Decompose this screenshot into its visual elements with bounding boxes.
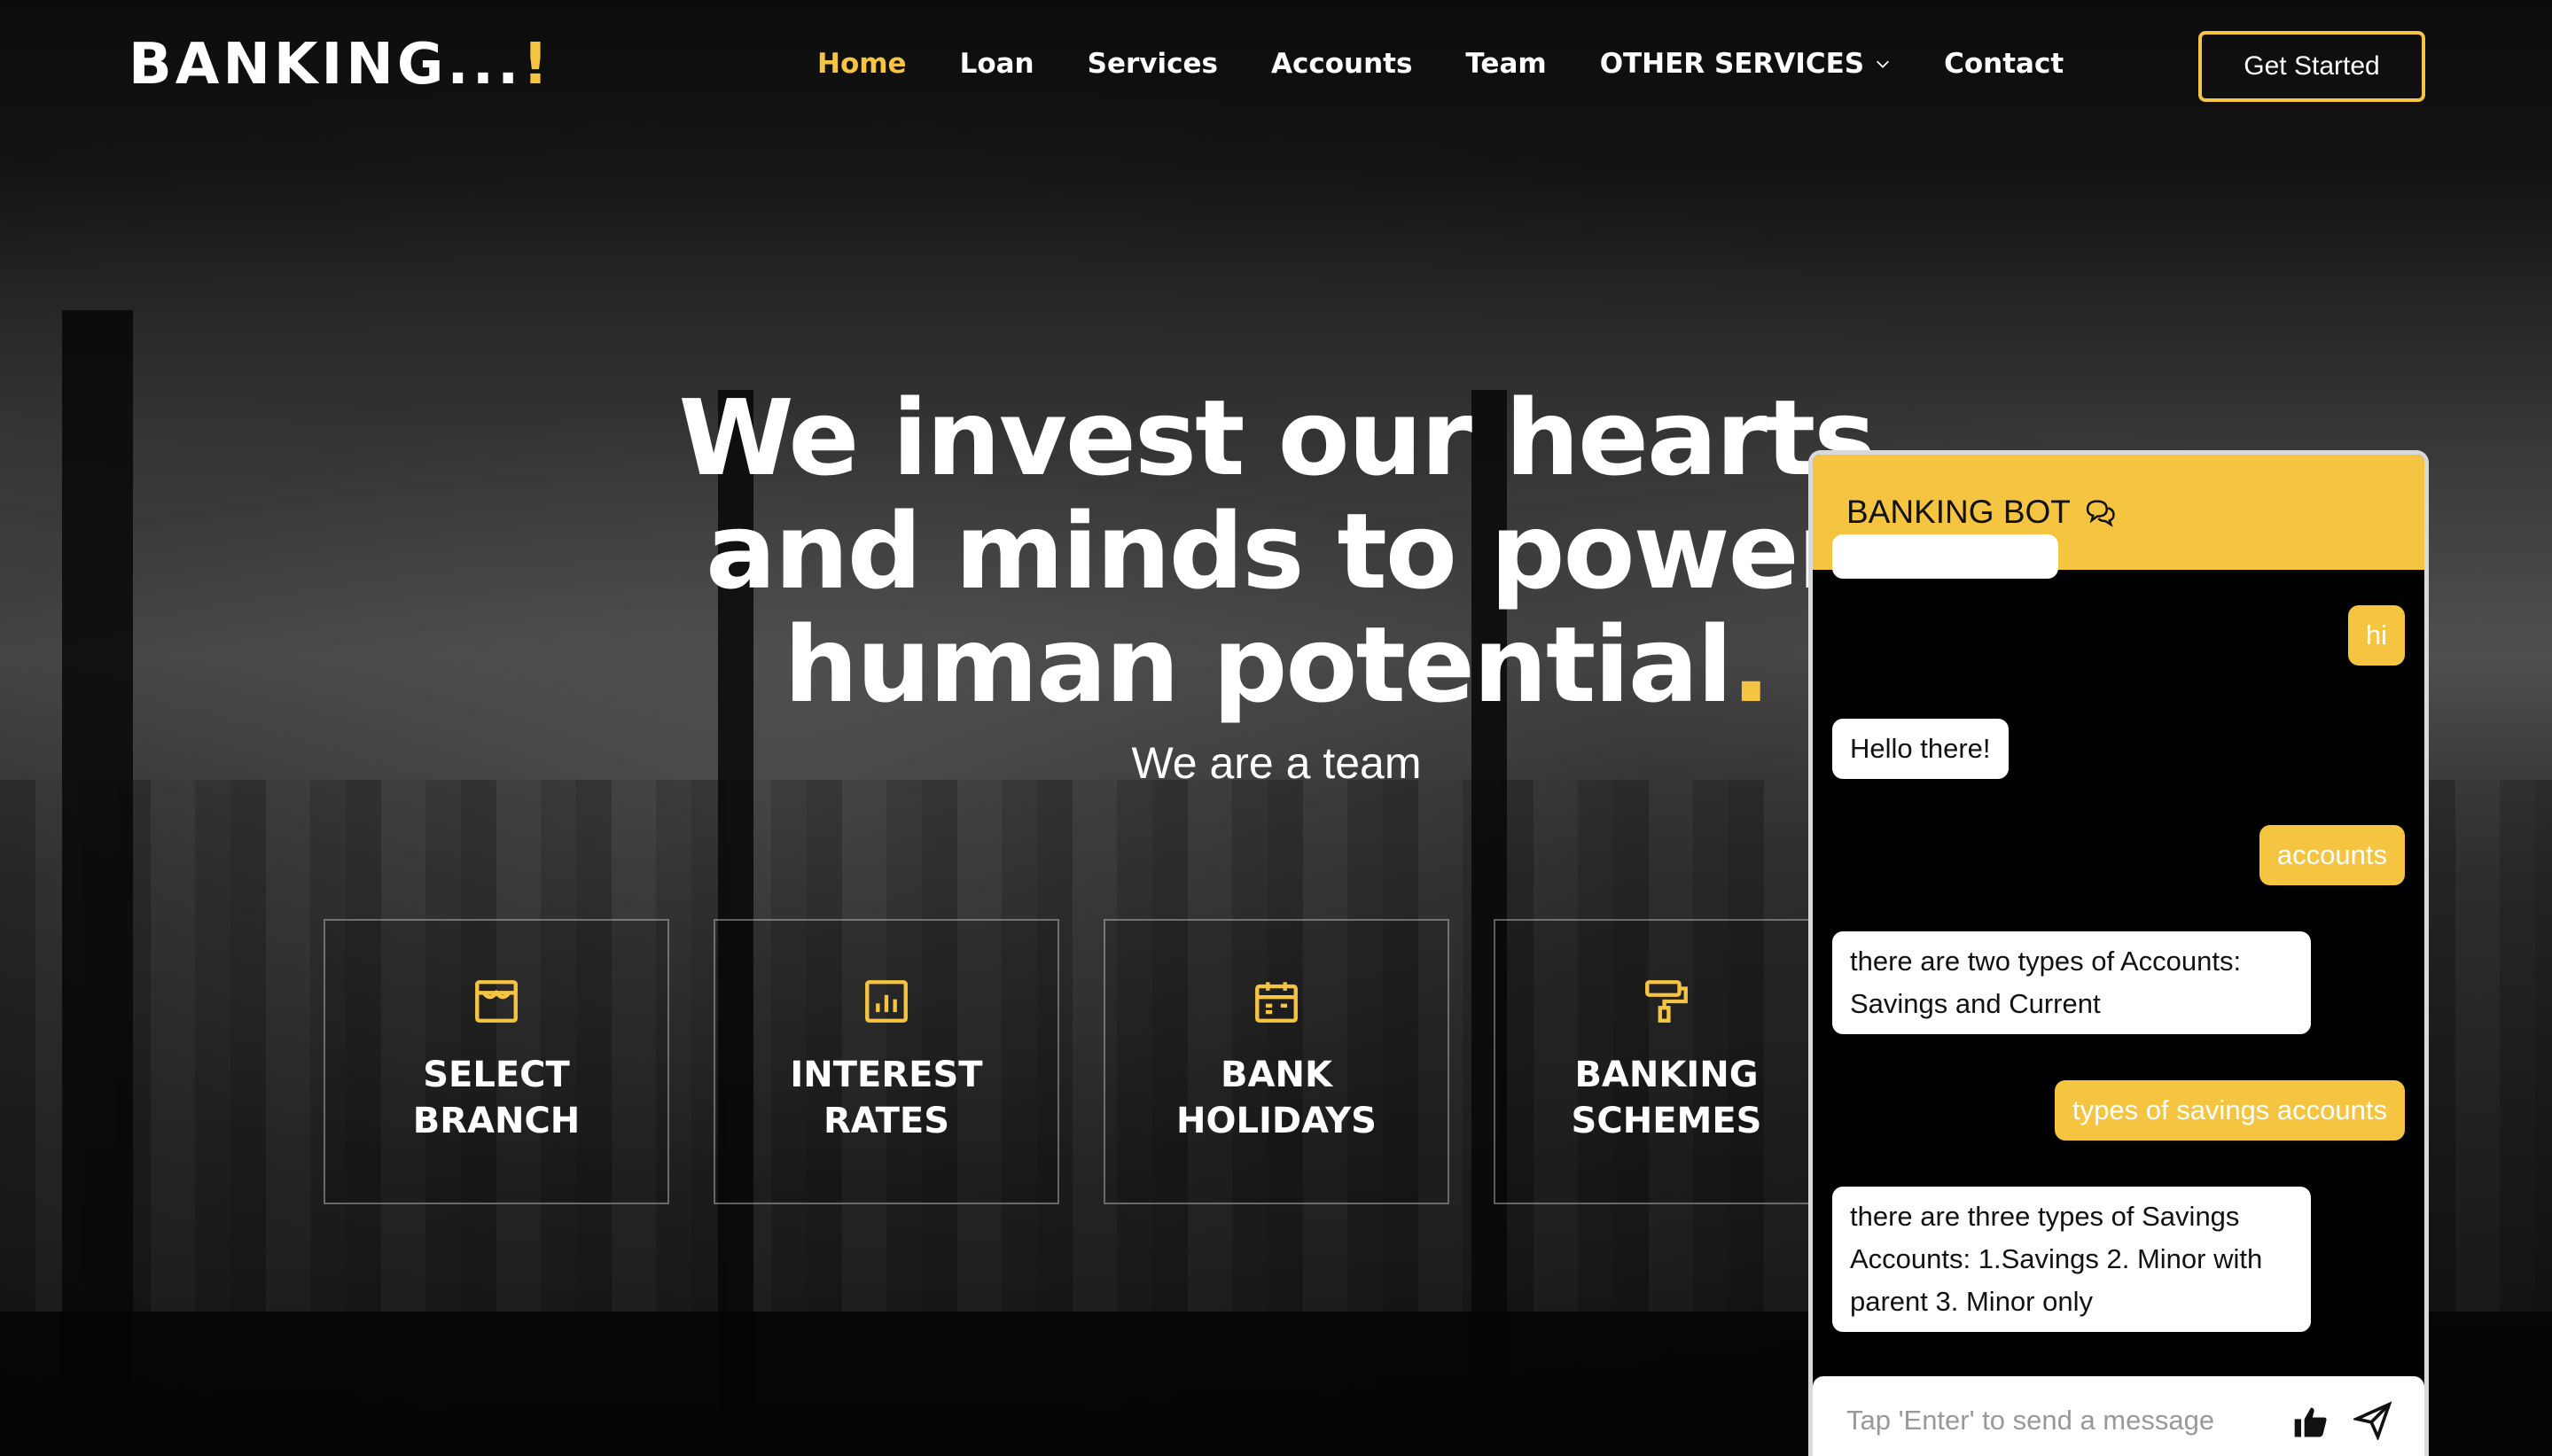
nav-loan[interactable]: Loan — [960, 48, 1034, 80]
feature-banking-schemes[interactable]: BANKING SCHEMES — [1494, 919, 1839, 1204]
bar-chart-icon — [865, 980, 908, 1023]
feature-label: INTEREST RATES — [790, 1055, 983, 1141]
store-icon — [475, 980, 518, 1023]
hero-title-line1: We invest our hearts — [678, 377, 1876, 499]
chat-message-bot: there are two types of Accounts: Savings… — [1832, 931, 2311, 1034]
brand-logo[interactable]: BANKING...! — [129, 32, 552, 97]
chat-message-user: hi — [2347, 605, 2405, 666]
chat-message-partial — [1832, 534, 2058, 579]
chat-message-user: accounts — [2259, 825, 2405, 885]
calendar-icon — [1255, 982, 1298, 1023]
nav-home[interactable]: Home — [817, 48, 907, 80]
chat-message-bot: Hello there! — [1832, 719, 2009, 779]
site-header: BANKING...! Home Loan Services Accounts … — [0, 0, 2552, 133]
chat-bubbles-icon — [2086, 500, 2115, 527]
paint-roller-icon — [1645, 980, 1688, 1023]
hero-subtitle: We are a team — [1131, 738, 1422, 788]
chat-input-bar — [1813, 1376, 2424, 1456]
feature-label: BANKING SCHEMES — [1571, 1055, 1762, 1141]
hero-title: We invest our hearts and minds to power … — [674, 381, 1879, 721]
chatbot-widget: BANKING BOT hi Hello there! accounts the… — [1808, 450, 2429, 1456]
feature-select-branch[interactable]: SELECT BRANCH — [324, 919, 669, 1204]
chat-message-user: types of savings accounts — [2055, 1080, 2405, 1141]
hero-title-line2: and minds to power — [706, 490, 1849, 612]
nav-team[interactable]: Team — [1465, 48, 1546, 80]
nav-contact[interactable]: Contact — [1944, 48, 2064, 80]
hero-title-line3: human potential — [784, 603, 1733, 726]
nav-accounts[interactable]: Accounts — [1271, 48, 1412, 80]
chat-message-bot: there are three types of Savings Account… — [1832, 1187, 2311, 1332]
send-icon[interactable] — [2353, 1401, 2392, 1440]
chevron-down-icon — [1877, 60, 1890, 68]
feature-bank-holidays[interactable]: BANK HOLIDAYS — [1104, 919, 1449, 1204]
get-started-button[interactable]: Get Started — [2198, 31, 2425, 102]
brand-name: BANKING... — [129, 32, 523, 97]
feature-label: SELECT BRANCH — [412, 1055, 581, 1141]
chat-message-input[interactable] — [1846, 1405, 2272, 1437]
nav-other-services-label: OTHER SERVICES — [1599, 48, 1865, 80]
feature-boxes: SELECT BRANCH INTEREST RATES BANK HOLIDA… — [324, 919, 1839, 1204]
feature-interest-rates[interactable]: INTEREST RATES — [714, 919, 1059, 1204]
chat-title: BANKING BOT — [1846, 494, 2071, 530]
thumbs-up-icon[interactable] — [2291, 1403, 2330, 1442]
nav-services[interactable]: Services — [1088, 48, 1218, 80]
main-nav: Home Loan Services Accounts Team OTHER S… — [817, 48, 2064, 80]
chat-messages: hi Hello there! accounts there are two t… — [1813, 534, 2424, 1394]
nav-other-services[interactable]: OTHER SERVICES — [1600, 48, 1891, 80]
hero-title-dot: . — [1730, 603, 1771, 726]
feature-label: BANK HOLIDAYS — [1176, 1055, 1377, 1141]
brand-accent: ! — [522, 32, 552, 97]
